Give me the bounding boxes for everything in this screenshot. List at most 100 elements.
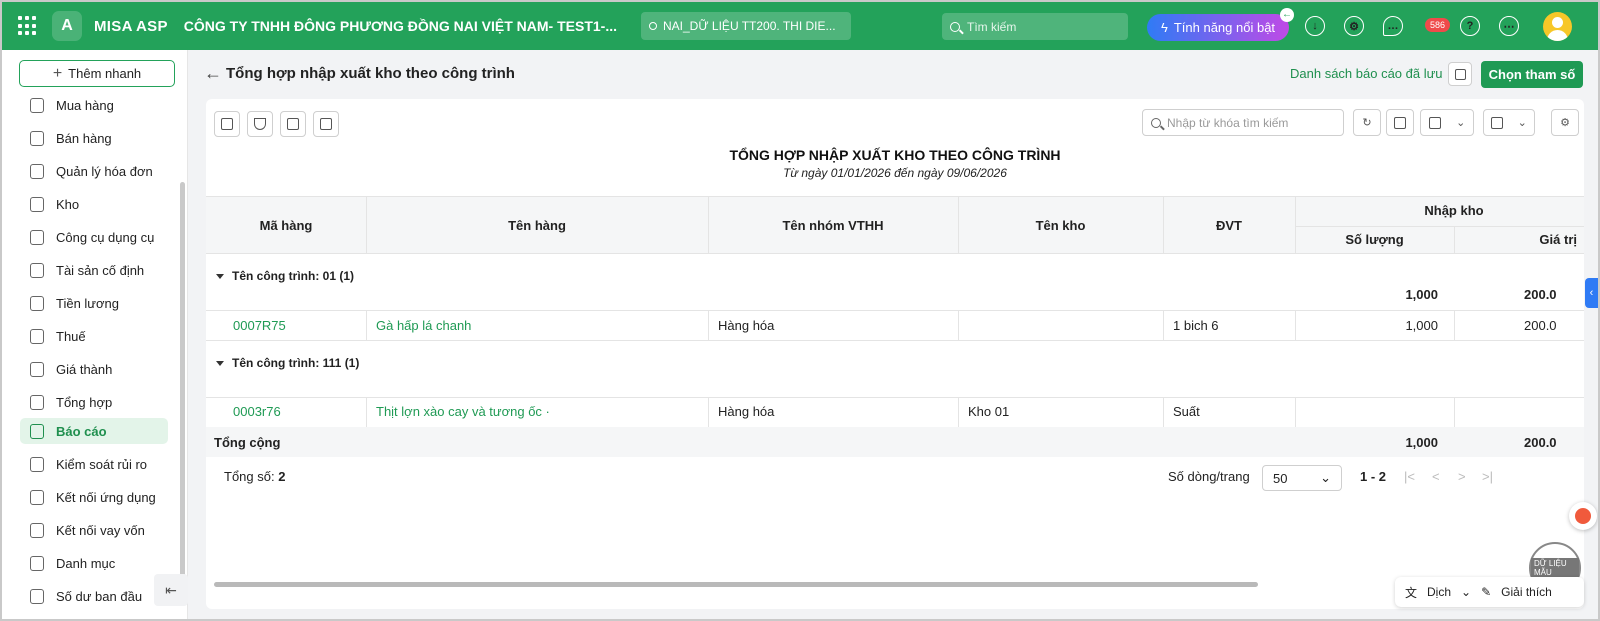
report-icon bbox=[30, 423, 44, 439]
list-icon bbox=[30, 555, 44, 571]
sidebar-item-loan-connect[interactable]: Kết nối vay vốn bbox=[20, 517, 168, 543]
report-settings-button[interactable]: ⚙ bbox=[1551, 109, 1579, 136]
previous-page-icon[interactable]: < bbox=[1432, 469, 1440, 484]
item-unit: 1 bich 6 bbox=[1173, 318, 1219, 333]
sidebar-item-summary[interactable]: Tổng hợp bbox=[20, 389, 168, 415]
notification-count-badge: 586 bbox=[1425, 18, 1451, 32]
document-view-button[interactable] bbox=[313, 111, 339, 137]
export-button[interactable]: ⌄ bbox=[1483, 109, 1535, 136]
chevron-down-icon: ⌄ bbox=[1456, 117, 1466, 129]
expand-right-panel-icon[interactable]: ‹ bbox=[1585, 278, 1598, 308]
translate-button[interactable]: Dịch bbox=[1427, 585, 1451, 599]
sidebar-item-tools[interactable]: Công cụ dụng cụ bbox=[20, 224, 168, 250]
collapse-groups-button[interactable] bbox=[214, 111, 240, 137]
help-icon[interactable]: ? bbox=[1460, 16, 1480, 36]
table-layout-button[interactable] bbox=[280, 111, 306, 137]
sidebar-item-fixed-assets[interactable]: Tài sản cố định bbox=[20, 257, 168, 283]
column-header-quantity[interactable]: Số lượng bbox=[1295, 232, 1454, 247]
choose-parameters-button[interactable]: Chọn tham số bbox=[1481, 61, 1583, 88]
column-header-warehouse[interactable]: Tên kho bbox=[958, 218, 1163, 233]
total-quantity: 1,000 bbox=[1405, 435, 1438, 450]
assistant-fab[interactable] bbox=[1569, 502, 1597, 530]
cart-icon bbox=[30, 130, 44, 146]
truck-icon bbox=[30, 262, 44, 278]
sidebar: + Thêm nhanh Mua hàng Bán hàng Quản lý h… bbox=[2, 50, 188, 619]
saved-reports-link[interactable]: Danh sách báo cáo đã lưu bbox=[1290, 66, 1443, 81]
sidebar-item-payroll[interactable]: Tiền lương bbox=[20, 290, 168, 316]
total-count-label: Tổng số: bbox=[224, 469, 275, 484]
sidebar-item-app-connect[interactable]: Kết nối ứng dụng bbox=[20, 484, 168, 510]
item-name-link[interactable]: Gà hấp lá chanh bbox=[376, 318, 471, 333]
item-name-link[interactable]: Thịt lợn xào cay và tương ốc · bbox=[376, 404, 550, 419]
next-page-icon[interactable]: > bbox=[1458, 469, 1466, 484]
column-header-import: Nhập kho bbox=[1424, 203, 1484, 218]
item-code-link[interactable]: 0003r76 bbox=[233, 404, 281, 419]
sidebar-item-tax[interactable]: Thuế bbox=[20, 323, 168, 349]
featured-features-button[interactable]: ϟ Tính năng nổi bật bbox=[1147, 14, 1289, 41]
global-search-input[interactable]: Tìm kiếm bbox=[942, 13, 1128, 40]
sidebar-item-sales[interactable]: Bán hàng bbox=[20, 125, 168, 151]
collapse-sidebar-icon[interactable]: ⇤ bbox=[154, 574, 188, 606]
column-header-name[interactable]: Tên hàng bbox=[366, 218, 708, 233]
document-icon bbox=[30, 588, 44, 604]
misa-logo-icon: A bbox=[52, 11, 82, 41]
first-page-icon[interactable]: |< bbox=[1404, 469, 1415, 484]
sidebar-item-reports[interactable]: Báo cáo bbox=[20, 418, 168, 444]
chat-icon[interactable]: … bbox=[1383, 16, 1403, 36]
plug-icon bbox=[30, 489, 44, 505]
database-selector[interactable]: NAI_DỮ LIỆU TT200. THI DIE... bbox=[641, 12, 851, 40]
sidebar-item-opening-balance[interactable]: Số dư ban đầu bbox=[20, 583, 168, 609]
sidebar-item-purchase[interactable]: Mua hàng bbox=[20, 92, 168, 118]
report-search-input[interactable]: Nhập từ khóa tìm kiếm bbox=[1142, 109, 1344, 136]
explain-button[interactable]: Giải thích bbox=[1501, 585, 1552, 599]
email-button[interactable] bbox=[1386, 109, 1414, 136]
total-row: Tổng cộng 1,000 200.0 bbox=[206, 427, 1584, 457]
column-header-code[interactable]: Mã hàng bbox=[206, 218, 366, 233]
ai-tools-bar: 文 Dịch ⌄ ✎ Giải thích bbox=[1395, 577, 1584, 607]
chevron-down-icon[interactable]: ⌄ bbox=[1461, 585, 1471, 599]
print-button[interactable]: ⌄ bbox=[1420, 109, 1474, 136]
export-icon bbox=[1491, 116, 1504, 129]
caret-down-icon[interactable] bbox=[216, 360, 224, 366]
company-name[interactable]: CÔNG TY TNHH ĐÔNG PHƯƠNG ĐỒNG NAI VIỆT N… bbox=[184, 18, 617, 34]
sidebar-item-warehouse[interactable]: Kho bbox=[20, 191, 168, 217]
more-options-icon[interactable]: ⋯ bbox=[1499, 16, 1519, 36]
column-header-value[interactable]: Giá trị bbox=[1454, 232, 1584, 247]
quick-add-button[interactable]: + Thêm nhanh bbox=[19, 60, 175, 87]
group-row[interactable]: Tên công trình: 01 (1) 1,000 200.0 bbox=[206, 254, 1584, 310]
table-row[interactable]: 0007R75 Gà hấp lá chanh Hàng hóa 1 bich … bbox=[206, 311, 1584, 340]
refresh-button[interactable]: ↻ bbox=[1353, 109, 1381, 136]
app-grid-icon[interactable] bbox=[18, 16, 38, 36]
sidebar-item-invoices[interactable]: Quản lý hóa đơn bbox=[20, 158, 168, 184]
filter-button[interactable] bbox=[247, 111, 273, 137]
item-value: 200.0 bbox=[1524, 318, 1557, 333]
settings-gear-icon[interactable]: ⚙ bbox=[1344, 16, 1364, 36]
column-header-unit[interactable]: ĐVT bbox=[1163, 218, 1295, 233]
rows-per-page-select[interactable]: 50 ⌄ bbox=[1262, 465, 1342, 491]
feature-arrow-icon[interactable]: ← bbox=[1280, 8, 1294, 22]
warehouse-icon bbox=[30, 196, 44, 212]
filter-icon bbox=[254, 118, 266, 130]
item-code-link[interactable]: 0007R75 bbox=[233, 318, 286, 333]
sidebar-item-catalog[interactable]: Danh mục bbox=[20, 550, 168, 576]
group-row[interactable]: Tên công trình: 111 (1) bbox=[206, 341, 1584, 397]
sidebar-item-label: Danh mục bbox=[56, 555, 116, 571]
mail-icon bbox=[1394, 116, 1406, 129]
sidebar-item-cost[interactable]: Giá thành bbox=[20, 356, 168, 382]
group-label[interactable]: Tên công trình: 111 (1) bbox=[216, 356, 359, 370]
group-label[interactable]: Tên công trình: 01 (1) bbox=[216, 269, 354, 283]
save-report-button[interactable] bbox=[1448, 62, 1472, 86]
back-arrow-icon[interactable]: ← bbox=[204, 63, 222, 84]
sidebar-item-risk-control[interactable]: Kiểm soát rủi ro bbox=[20, 451, 168, 477]
caret-down-icon[interactable] bbox=[216, 273, 224, 279]
sidebar-item-label: Báo cáo bbox=[56, 423, 107, 439]
download-icon[interactable]: ↓ bbox=[1305, 16, 1325, 36]
horizontal-scrollbar[interactable] bbox=[214, 582, 1258, 587]
sidebar-item-label: Kiểm soát rủi ro bbox=[56, 456, 148, 472]
last-page-icon[interactable]: >| bbox=[1482, 469, 1493, 484]
collapse-icon bbox=[221, 118, 233, 130]
table-row[interactable]: 0003r76 Thịt lợn xào cay và tương ốc · H… bbox=[206, 398, 1584, 427]
column-header-group[interactable]: Tên nhóm VTHH bbox=[708, 218, 958, 233]
sidebar-scrollbar[interactable] bbox=[180, 182, 185, 602]
user-avatar[interactable] bbox=[1543, 12, 1572, 41]
